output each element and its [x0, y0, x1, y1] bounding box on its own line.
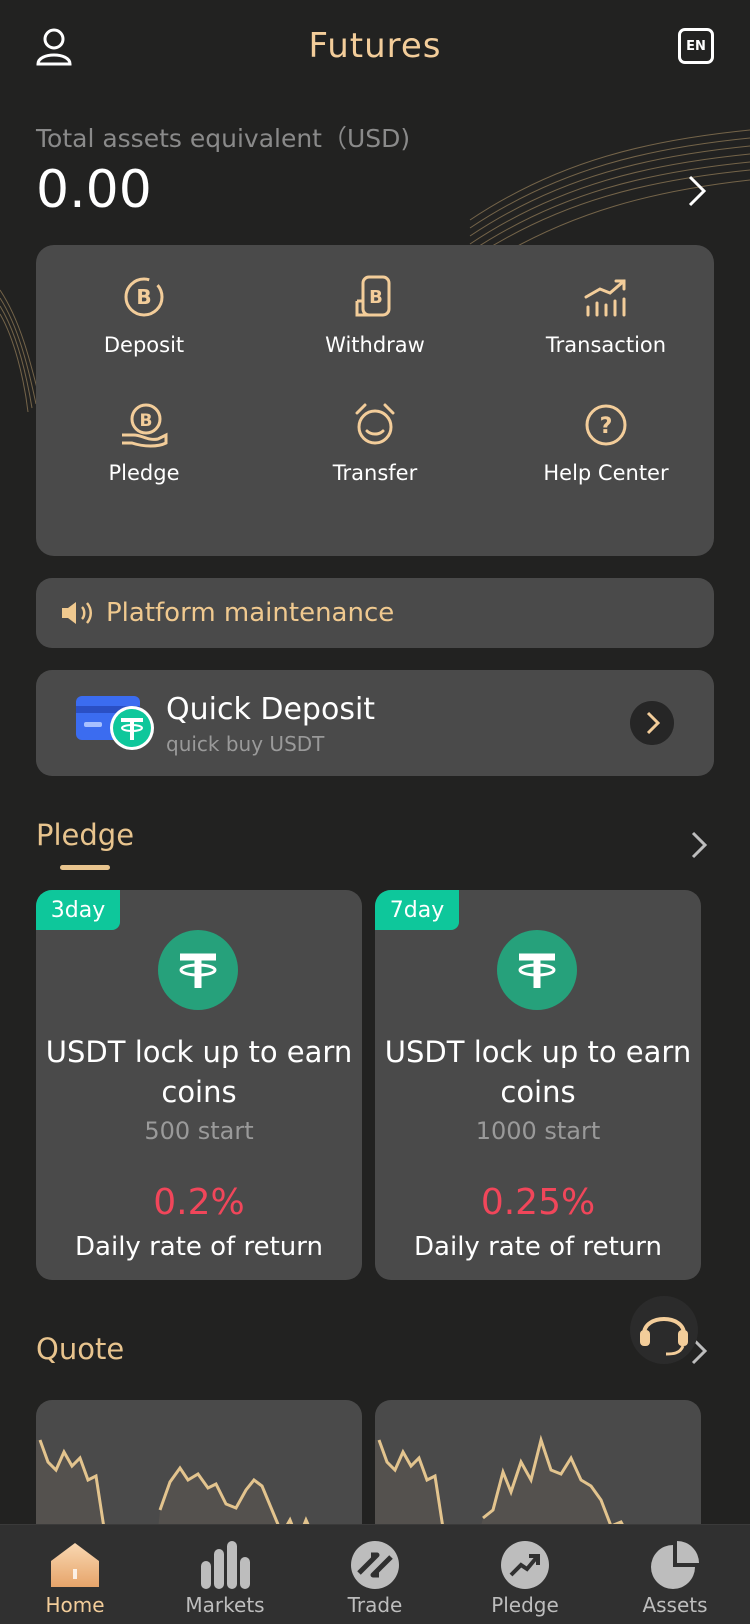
chart-trend-icon [584, 279, 626, 317]
svg-text:B: B [136, 285, 151, 309]
notice-bar[interactable]: Platform maintenance [36, 578, 714, 648]
action-deposit[interactable]: B Deposit [44, 271, 244, 357]
tab-home[interactable]: Home [0, 1525, 150, 1624]
tab-label: Trade [347, 1593, 403, 1617]
chevron-right-icon[interactable] [630, 701, 674, 745]
tab-label: Pledge [491, 1593, 559, 1617]
top-header: Futures EN [0, 0, 750, 96]
quick-deposit-subtitle: quick buy USDT [166, 732, 325, 756]
deposit-bitcoin-icon: B [124, 277, 164, 317]
notice-text: Platform maintenance [106, 598, 395, 628]
action-label: Transaction [545, 333, 667, 357]
pledge-trend-icon [501, 1541, 549, 1589]
tab-assets[interactable]: Assets [600, 1525, 750, 1624]
section-underline [60, 865, 110, 870]
svg-text:?: ? [600, 414, 613, 439]
withdraw-bitcoin-icon: B [355, 275, 391, 317]
markets-bars-icon [201, 1541, 250, 1589]
chevron-right-icon[interactable] [686, 174, 708, 208]
pledge-rate-label: Daily rate of return [414, 1232, 662, 1262]
duration-tag: 3day [36, 890, 120, 930]
svg-text:B: B [369, 287, 383, 308]
quick-actions-card: B Deposit B Withdraw Transaction B Pledg… [36, 245, 714, 556]
action-label: Pledge [108, 461, 180, 485]
action-help-center[interactable]: ? Help Center [506, 399, 706, 485]
action-pledge[interactable]: B Pledge [44, 399, 244, 485]
tab-label: Assets [642, 1593, 708, 1617]
duration-tag: 7day [375, 890, 459, 930]
svg-text:B: B [140, 411, 153, 431]
action-label: Deposit [103, 333, 185, 357]
transfer-alarm-icon [355, 403, 395, 445]
language-button[interactable]: EN [678, 28, 714, 64]
tab-trade[interactable]: Trade [300, 1525, 450, 1624]
usdt-coin-icon [497, 930, 577, 1010]
pledge-start: 1000 start [475, 1117, 601, 1145]
quote-section-title: Quote [36, 1332, 125, 1366]
pledge-title: USDT lock up to earn coins [384, 1035, 692, 1109]
pledge-start: 500 start [144, 1117, 254, 1145]
usdt-coin-icon [158, 930, 238, 1010]
pledge-rate: 0.2% [153, 1182, 245, 1223]
action-label: Transfer [332, 461, 418, 485]
action-transfer[interactable]: Transfer [275, 399, 475, 485]
action-label: Help Center [543, 461, 669, 485]
total-assets-label: Total assets equivalent（USD) [36, 124, 411, 153]
pledge-rate: 0.25% [480, 1182, 596, 1223]
question-icon: ? [585, 404, 627, 446]
tab-pledge[interactable]: Pledge [450, 1525, 600, 1624]
tab-markets[interactable]: Markets [150, 1525, 300, 1624]
pledge-section-title: Pledge [36, 818, 135, 852]
total-assets-value: 0.00 [36, 160, 152, 220]
chevron-right-icon[interactable] [690, 830, 708, 860]
pledge-title: USDT lock up to earn coins [45, 1035, 353, 1109]
quick-deposit-card[interactable]: Quick Deposit quick buy USDT [36, 670, 714, 776]
pie-icon [651, 1541, 699, 1589]
tab-label: Home [45, 1593, 105, 1617]
pledge-card-7day[interactable]: 7day USDT lock up to earn coins 1000 sta… [375, 890, 701, 1280]
page-title: Futures [308, 26, 442, 66]
pledge-hand-icon: B [122, 403, 168, 448]
home-icon [51, 1543, 99, 1587]
card-usdt-icon [76, 696, 154, 750]
quick-deposit-title: Quick Deposit [166, 692, 376, 727]
action-withdraw[interactable]: B Withdraw [275, 271, 475, 357]
pledge-card-3day[interactable]: 3day USDT lock up to earn coins 500 star… [36, 890, 362, 1280]
action-label: Withdraw [325, 333, 425, 357]
speaker-icon [62, 602, 92, 624]
customer-support-icon[interactable] [630, 1296, 698, 1364]
bottom-tab-bar: Home Markets Trade Pledge Assets [0, 1524, 750, 1624]
action-transaction[interactable]: Transaction [506, 271, 706, 357]
pledge-rate-label: Daily rate of return [75, 1232, 323, 1262]
tab-label: Markets [185, 1593, 265, 1617]
trade-icon [351, 1541, 399, 1589]
